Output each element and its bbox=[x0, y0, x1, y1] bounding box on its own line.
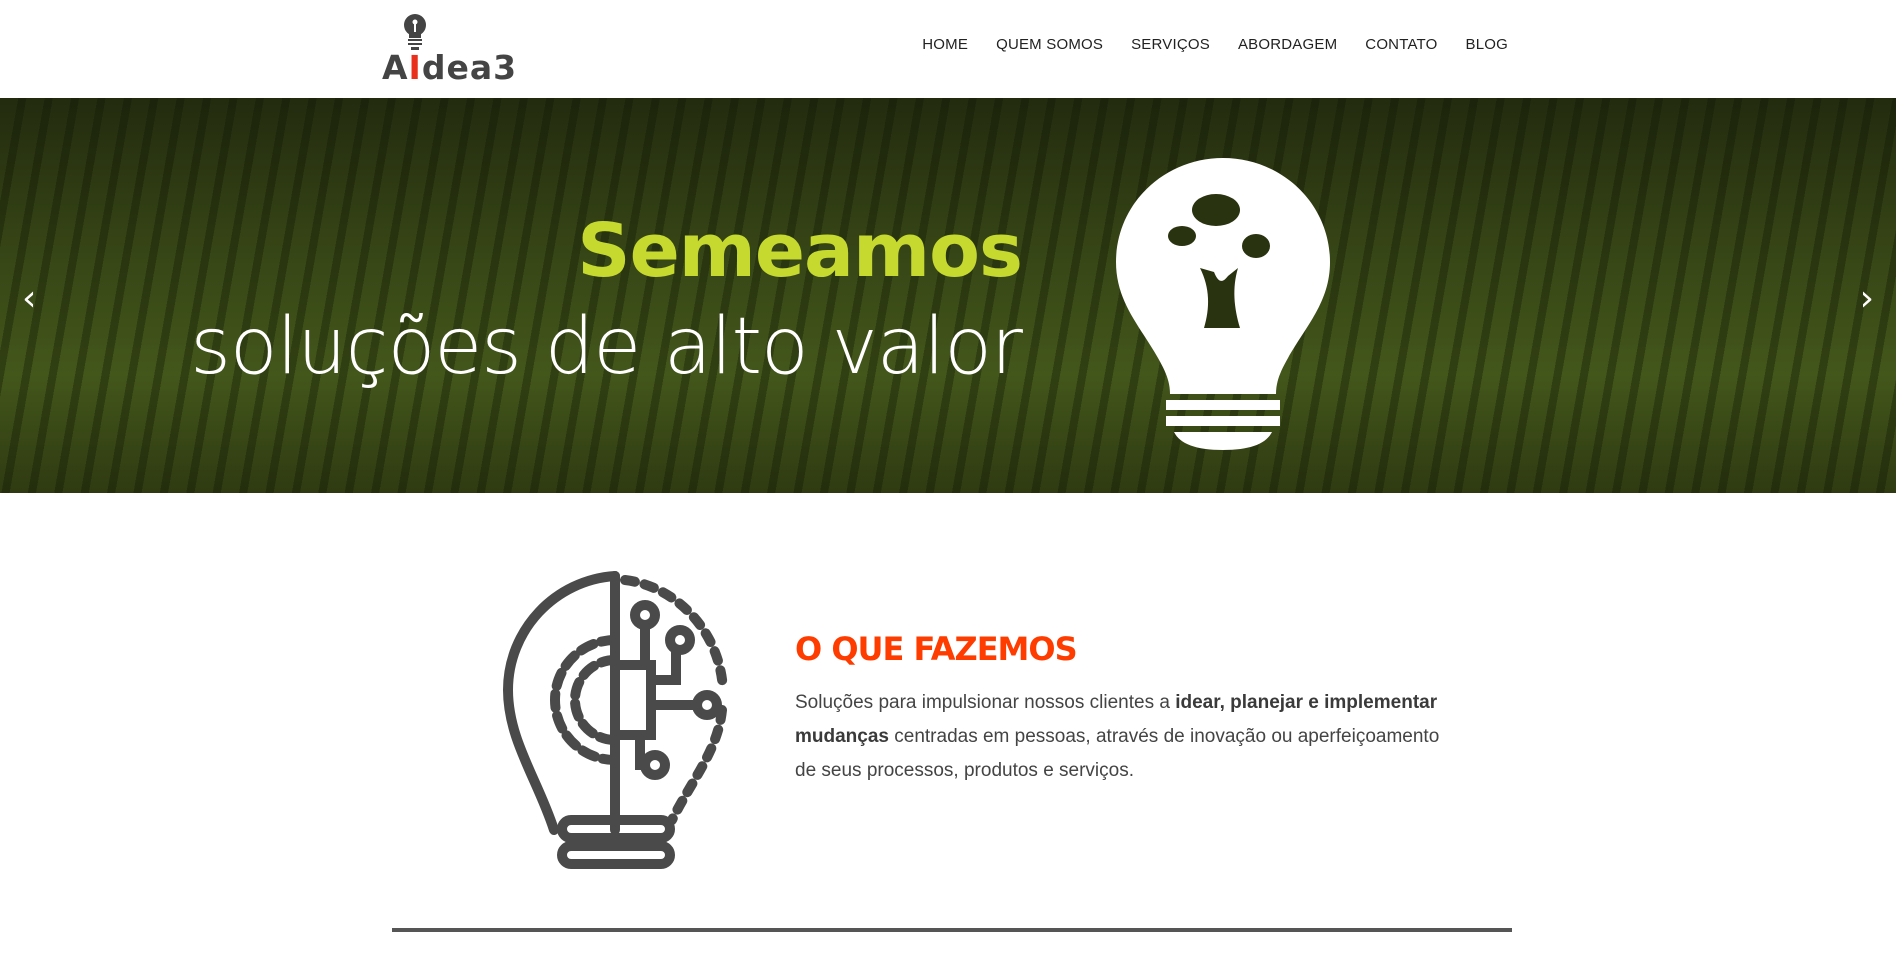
section-divider bbox=[392, 928, 1512, 932]
nav-home[interactable]: HOME bbox=[922, 36, 968, 53]
nav-servicos[interactable]: SERVIÇOS bbox=[1131, 36, 1210, 53]
nav-quem-somos[interactable]: QUEM SOMOS bbox=[996, 36, 1103, 53]
logo[interactable]: AIdea3 bbox=[380, 14, 520, 87]
slider-prev-arrow-icon[interactable]: ‹ bbox=[22, 278, 36, 319]
logo-text: AIdea3 bbox=[382, 48, 518, 87]
lightbulb-circuit-icon bbox=[502, 571, 728, 869]
lightbulb-logo-icon bbox=[404, 14, 426, 50]
lightbulb-tree-icon bbox=[1116, 158, 1330, 450]
nav-abordagem[interactable]: ABORDAGEM bbox=[1238, 36, 1337, 53]
nav-contato[interactable]: CONTATO bbox=[1365, 36, 1437, 53]
slider-next-arrow-icon[interactable]: › bbox=[1860, 278, 1874, 319]
hero-headline: Semeamos bbox=[577, 208, 1023, 294]
hero-subheadline: soluções de alto valor bbox=[190, 302, 1023, 392]
main-nav: HOME QUEM SOMOS SERVIÇOS ABORDAGEM CONTA… bbox=[922, 36, 1508, 53]
section-title: O QUE FAZEMOS bbox=[795, 630, 1078, 668]
hero-slider: Semeamos soluções de alto valor ‹ › bbox=[0, 98, 1896, 493]
nav-blog[interactable]: BLOG bbox=[1466, 36, 1508, 53]
header: AIdea3 HOME QUEM SOMOS SERVIÇOS ABORDAGE… bbox=[0, 0, 1896, 98]
section-description: Soluções para impulsionar nossos cliente… bbox=[795, 692, 1440, 781]
